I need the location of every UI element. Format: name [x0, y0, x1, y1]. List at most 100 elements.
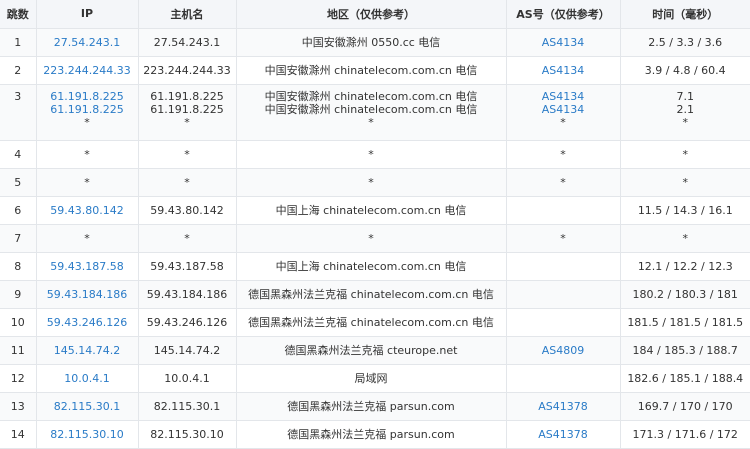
cell-host: 59.43.80.142 — [138, 196, 236, 224]
cell-hop: 13 — [0, 392, 36, 420]
host-text: 82.115.30.1 — [154, 400, 220, 413]
table-row: 7***** — [0, 224, 750, 252]
cell-ip: 59.43.187.58 — [36, 252, 138, 280]
cell-hop: 7 — [0, 224, 36, 252]
cell-host: * — [138, 140, 236, 168]
region-text: * — [368, 232, 374, 245]
host-text: 10.0.4.1 — [164, 372, 209, 385]
cell-time: 184 / 185.3 / 188.7 — [620, 336, 750, 364]
cell-host: 61.191.8.22561.191.8.225* — [138, 84, 236, 140]
ip-link[interactable]: 59.43.246.126 — [47, 316, 127, 329]
time-text: 169.7 / 170 / 170 — [638, 400, 733, 413]
as-link[interactable]: AS41378 — [538, 400, 588, 413]
ip-link[interactable]: 59.43.80.142 — [50, 204, 123, 217]
cell-ip: 223.244.244.33 — [36, 56, 138, 84]
table-row: 1482.115.30.1082.115.30.10德国黑森州法兰克福 pars… — [0, 420, 750, 448]
column-header-host[interactable]: 主机名 — [138, 0, 236, 28]
cell-as: AS41378 — [506, 420, 620, 448]
column-header-region[interactable]: 地区（仅供参考） — [236, 0, 506, 28]
table-row: 11 145.14.74.2 145.14.74.2 德国黑森州法兰克福 cteuro… — [0, 336, 750, 364]
ip-link: * — [84, 148, 90, 161]
cell-host: 145.14.74.2 — [138, 336, 236, 364]
table-row: 361.191.8.22561.191.8.225*61.191.8.22561… — [0, 84, 750, 140]
cell-host: 59.43.187.58 — [138, 252, 236, 280]
ip-link[interactable]: 59.43.187.58 — [50, 260, 123, 273]
cell-time: 182.6 / 185.1 / 188.4 — [620, 364, 750, 392]
cell-ip: 82.115.30.1 — [36, 392, 138, 420]
as-link: * — [560, 148, 566, 161]
table-row: 1210.0.4.110.0.4.1局域网182.6 / 185.1 / 188… — [0, 364, 750, 392]
time-text: 182.6 / 185.1 / 188.4 — [627, 372, 743, 385]
ip-link[interactable]: 61.191.8.225 — [37, 103, 138, 116]
host-text: 145.14.74.2 — [154, 344, 220, 357]
as-link: * — [560, 232, 566, 245]
region-text: 中国上海 chinatelecom.com.cn 电信 — [276, 204, 467, 217]
cell-as — [506, 196, 620, 224]
cell-ip: 59.43.184.186 — [36, 280, 138, 308]
as-link[interactable]: AS4134 — [507, 90, 620, 103]
region-text: 中国安徽滁州 chinatelecom.com.cn 电信 — [265, 64, 478, 77]
cell-hop: 14 — [0, 420, 36, 448]
cell-as — [506, 364, 620, 392]
column-header-time[interactable]: 时间（毫秒） — [620, 0, 750, 28]
cell-region: 中国安徽滁州 0550.cc 电信 — [236, 28, 506, 56]
region-text: 中国安徽滁州 chinatelecom.com.cn 电信 — [237, 90, 506, 103]
ip-link[interactable]: 145.14.74.2 — [54, 344, 120, 357]
ip-link[interactable]: 59.43.184.186 — [47, 288, 127, 301]
column-header-hop[interactable]: 跳数 — [0, 0, 36, 28]
region-text: 德国黑森州法兰克福 chinatelecom.com.cn 电信 — [248, 316, 494, 329]
ip-link[interactable]: 223.244.244.33 — [43, 64, 130, 77]
time-text: 11.5 / 14.3 / 16.1 — [638, 204, 733, 217]
ip-link[interactable]: 61.191.8.225 — [37, 90, 138, 103]
time-text: * — [683, 148, 689, 161]
time-text: 181.5 / 181.5 / 181.5 — [627, 316, 743, 329]
cell-ip: 59.43.246.126 — [36, 308, 138, 336]
ip-link[interactable]: 27.54.243.1 — [54, 36, 120, 49]
as-link[interactable]: AS4134 — [542, 64, 585, 77]
as-link[interactable]: AS4134 — [507, 103, 620, 116]
cell-as — [506, 280, 620, 308]
cell-as: * — [506, 168, 620, 196]
cell-as — [506, 308, 620, 336]
host-text: * — [184, 148, 190, 161]
cell-time: 180.2 / 180.3 / 181 — [620, 280, 750, 308]
cell-host: 59.43.246.126 — [138, 308, 236, 336]
host-text: * — [139, 116, 236, 129]
traceroute-table: 跳数 IP 主机名 地区（仅供参考） AS号（仅供参考） 时间（毫秒） 127.… — [0, 0, 750, 449]
ip-link[interactable]: 10.0.4.1 — [64, 372, 109, 385]
cell-as: * — [506, 224, 620, 252]
column-header-ip[interactable]: IP — [36, 0, 138, 28]
host-text: 27.54.243.1 — [154, 36, 220, 49]
as-link: * — [507, 116, 620, 129]
cell-hop: 11 — [0, 336, 36, 364]
host-text: 59.43.80.142 — [150, 204, 223, 217]
cell-ip: 27.54.243.1 — [36, 28, 138, 56]
cell-hop: 4 — [0, 140, 36, 168]
as-link[interactable]: AS41378 — [538, 428, 588, 441]
cell-as — [506, 252, 620, 280]
region-text: 德国黑森州法兰克福 cteurope.net — [285, 344, 458, 357]
time-text: 171.3 / 171.6 / 172 — [633, 428, 738, 441]
cell-hop: 8 — [0, 252, 36, 280]
cell-as: AS4134 — [506, 28, 620, 56]
cell-ip: * — [36, 224, 138, 252]
region-text: 中国安徽滁州 chinatelecom.com.cn 电信 — [237, 103, 506, 116]
cell-as: AS4809 — [506, 336, 620, 364]
as-link[interactable]: AS4809 — [542, 344, 585, 357]
table-row: 2223.244.244.33223.244.244.33中国安徽滁州 chin… — [0, 56, 750, 84]
as-link[interactable]: AS4134 — [542, 36, 585, 49]
region-text: 德国黑森州法兰克福 parsun.com — [287, 400, 454, 413]
ip-link: * — [84, 176, 90, 189]
cell-region: 中国安徽滁州 chinatelecom.com.cn 电信中国安徽滁州 chin… — [236, 84, 506, 140]
region-text: 德国黑森州法兰克福 parsun.com — [287, 428, 454, 441]
ip-link[interactable]: 82.115.30.10 — [50, 428, 123, 441]
ip-link[interactable]: 82.115.30.1 — [54, 400, 120, 413]
cell-host: 27.54.243.1 — [138, 28, 236, 56]
cell-host: 223.244.244.33 — [138, 56, 236, 84]
cell-as: AS4134AS4134* — [506, 84, 620, 140]
time-text: 2.5 / 3.3 / 3.6 — [648, 36, 722, 49]
region-text: 中国安徽滁州 0550.cc 电信 — [302, 36, 441, 49]
time-text: 180.2 / 180.3 / 181 — [633, 288, 738, 301]
column-header-as[interactable]: AS号（仅供参考） — [506, 0, 620, 28]
cell-time: 11.5 / 14.3 / 16.1 — [620, 196, 750, 224]
